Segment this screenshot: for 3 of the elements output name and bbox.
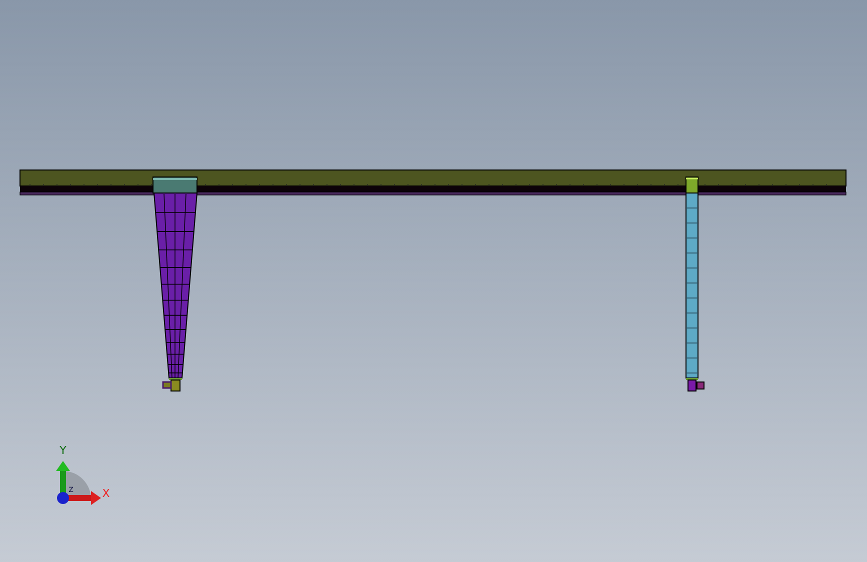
y-axis-label: Y (60, 444, 66, 457)
z-axis-sphere-icon (57, 492, 69, 504)
x-axis-label: X (102, 487, 110, 500)
